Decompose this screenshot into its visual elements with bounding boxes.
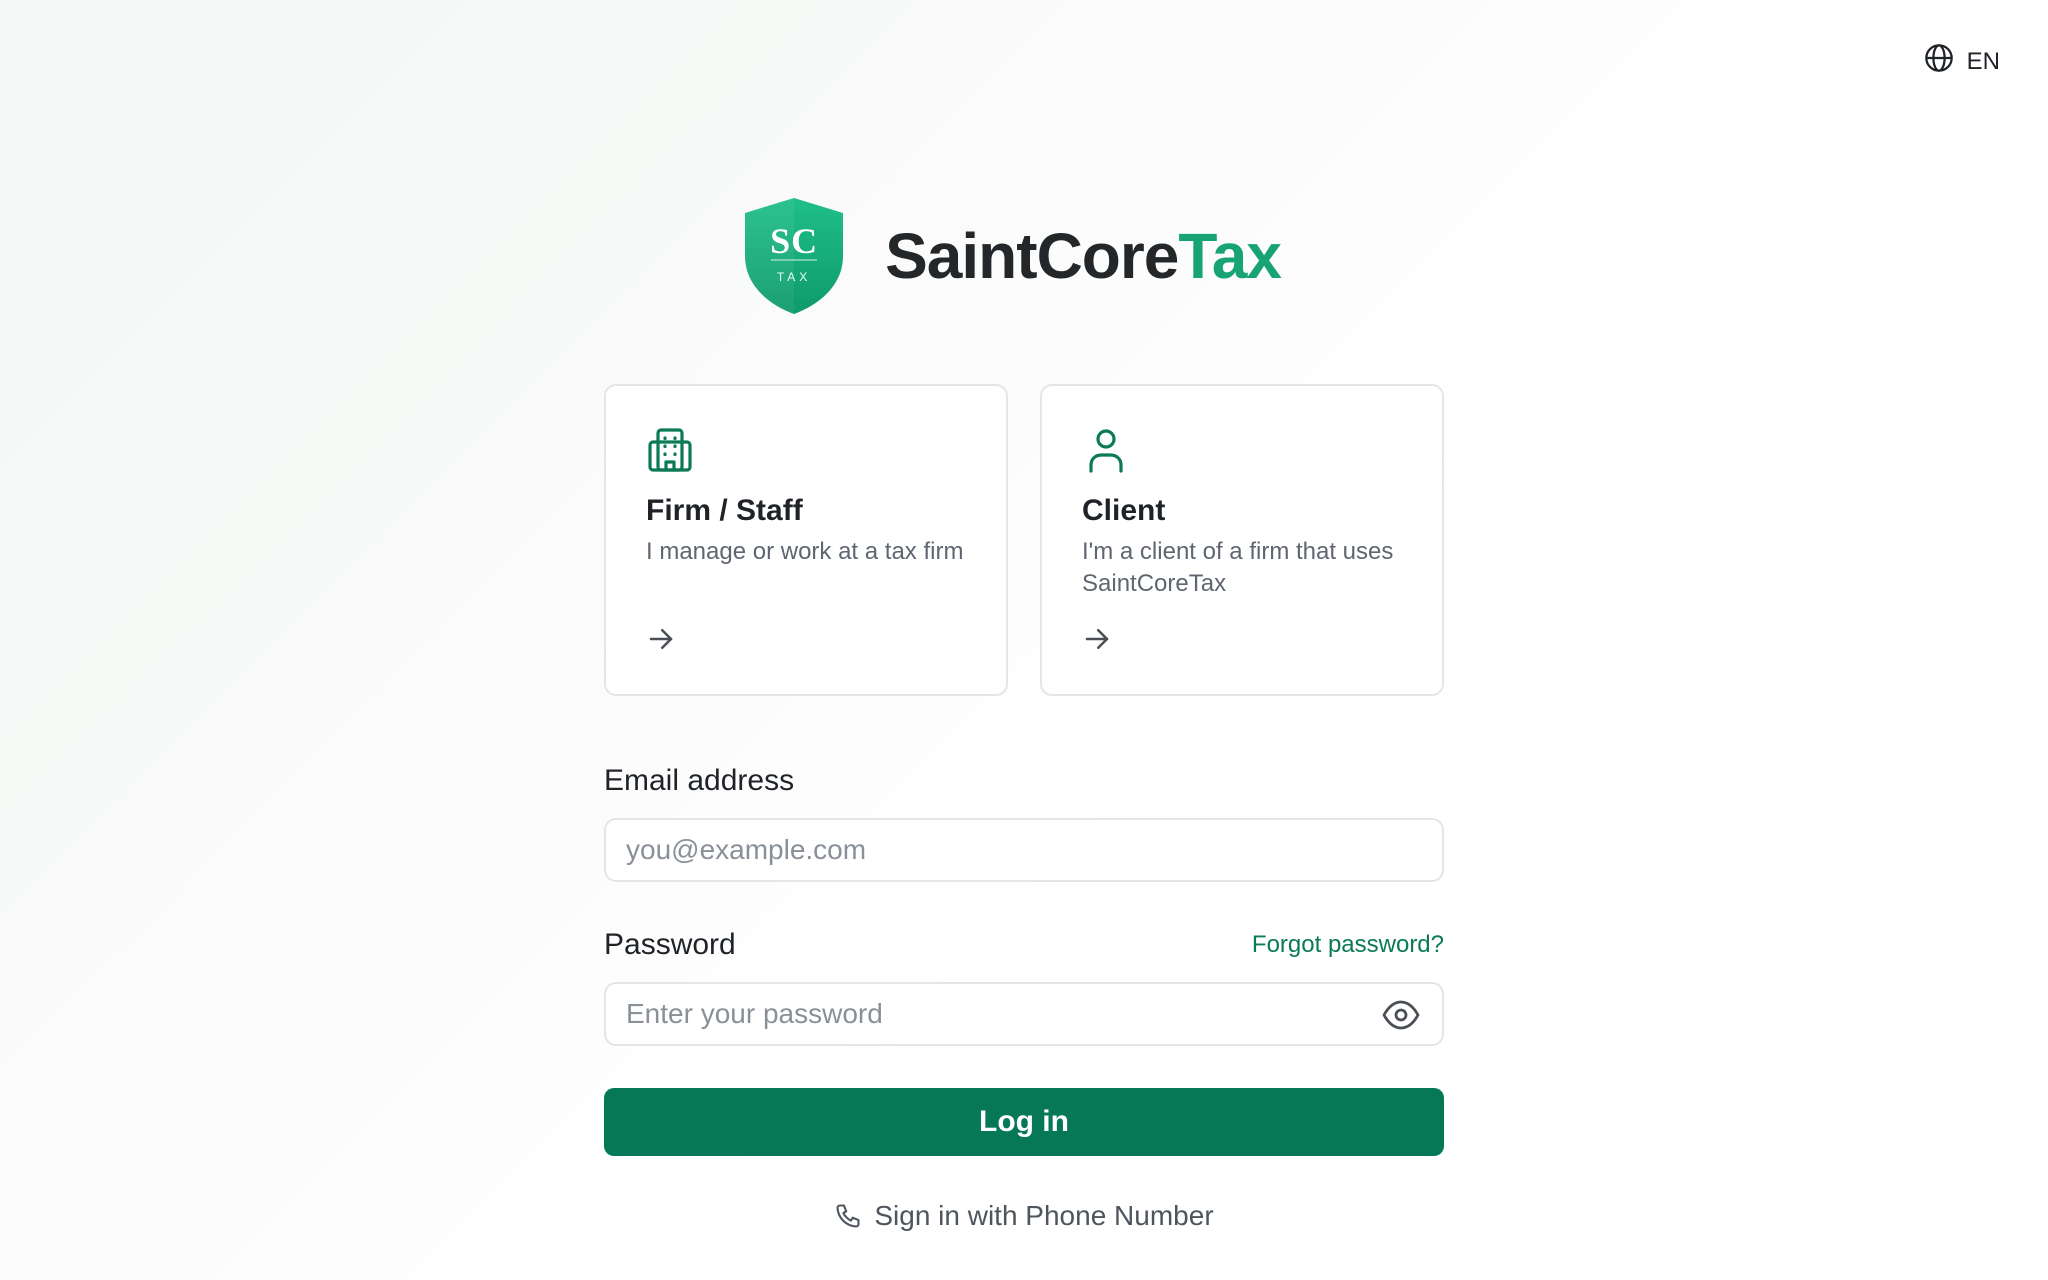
role-title: Firm / Staff bbox=[646, 494, 803, 527]
role-title: Client bbox=[1082, 494, 1166, 527]
building-icon bbox=[646, 426, 694, 474]
logo-subtext: TAX bbox=[776, 270, 812, 284]
logo-monogram: SC bbox=[770, 221, 819, 261]
email-field-wrapper bbox=[604, 818, 1444, 882]
email-label: Email address bbox=[604, 764, 795, 797]
language-switcher[interactable]: EN bbox=[1923, 42, 2000, 81]
password-label-row: Password Forgot password? bbox=[604, 928, 1444, 962]
arrow-right-icon bbox=[646, 624, 676, 654]
globe-icon bbox=[1923, 42, 1955, 81]
role-card-firm-staff[interactable]: Firm / Staff I manage or work at a tax f… bbox=[604, 384, 1008, 696]
brand-header: SC TAX SaintCoreTax bbox=[0, 196, 2048, 316]
eye-icon[interactable] bbox=[1382, 998, 1420, 1032]
phone-signin-label: Sign in with Phone Number bbox=[874, 1200, 1214, 1231]
role-selector: Firm / Staff I manage or work at a tax f… bbox=[604, 384, 1444, 696]
brand-name-primary: SaintCore bbox=[885, 220, 1179, 292]
login-panel: Firm / Staff I manage or work at a tax f… bbox=[604, 384, 1444, 1232]
login-button[interactable]: Log in bbox=[604, 1088, 1444, 1156]
brand-name-accent: Tax bbox=[1178, 220, 1282, 292]
user-icon bbox=[1082, 426, 1130, 474]
language-code: EN bbox=[1966, 47, 2000, 75]
password-field-wrapper bbox=[604, 982, 1444, 1046]
arrow-right-icon bbox=[1082, 624, 1112, 654]
role-card-client[interactable]: Client I'm a client of a firm that uses … bbox=[1040, 384, 1444, 696]
logo-shield-icon: SC TAX bbox=[741, 196, 847, 316]
role-description: I manage or work at a tax firm bbox=[646, 538, 964, 565]
brand-name: SaintCoreTax bbox=[885, 219, 1282, 293]
role-description: I'm a client of a firm that uses SaintCo… bbox=[1082, 538, 1394, 597]
forgot-password-link[interactable]: Forgot password? bbox=[1252, 931, 1444, 959]
email-field[interactable] bbox=[626, 834, 1422, 866]
password-field[interactable] bbox=[626, 998, 1422, 1030]
password-label: Password bbox=[604, 928, 736, 961]
phone-signin-link[interactable]: Sign in with Phone Number bbox=[604, 1200, 1444, 1232]
phone-icon bbox=[834, 1202, 862, 1230]
